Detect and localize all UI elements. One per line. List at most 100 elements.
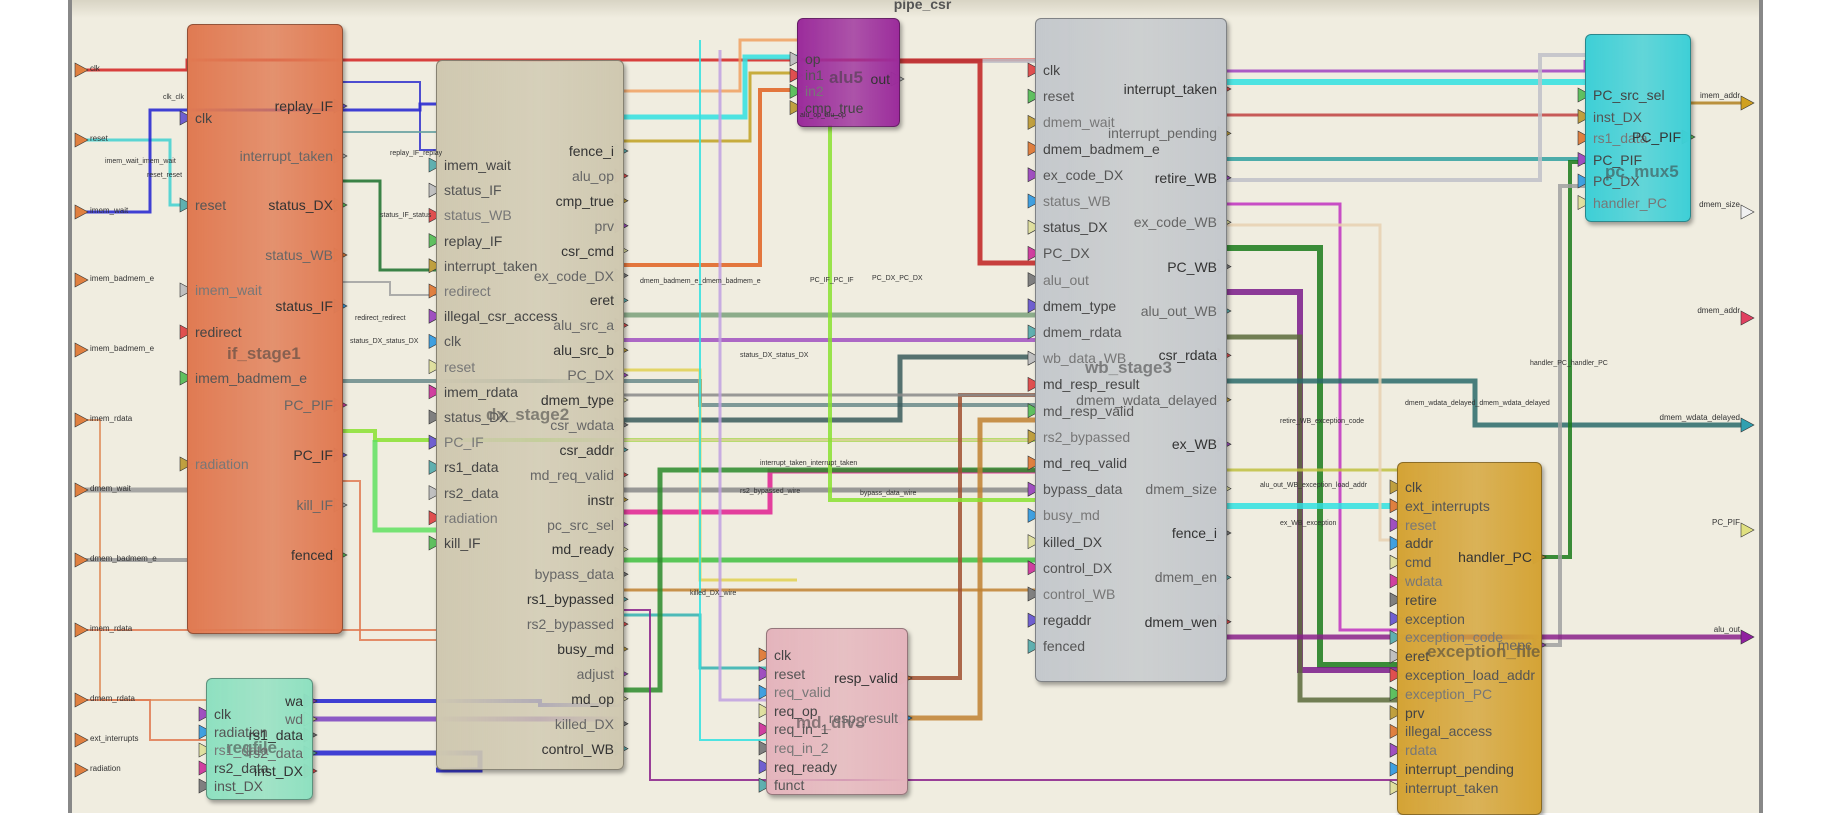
port-label-dx_stage2-PC_IF: PC_IF — [444, 434, 484, 451]
ext-input-ext_interrupts: ext_interrupts — [90, 734, 139, 743]
port-label-dx_stage2-interrupt_taken: interrupt_taken — [444, 257, 538, 274]
ext-out-alu_out[interactable] — [1740, 629, 1755, 645]
ext-in-imem_badmem_e-4[interactable] — [74, 342, 89, 358]
port-label-if_stage1-interrupt_taken: interrupt_taken — [239, 148, 333, 164]
ext-in-imem_badmem_e-3[interactable] — [74, 272, 89, 288]
port-label-exception_file-handler_PC: handler_PC — [1458, 549, 1532, 565]
port-label-pc_mux5-inst_DX: inst_DX — [1593, 108, 1643, 125]
port-label-exception_file-rdata: rdata — [1405, 742, 1437, 759]
port-label-dx_stage2-rs1_bypassed: rs1_bypassed — [526, 591, 614, 608]
wire-34 — [1225, 289, 1397, 673]
ext-out-dmem_wdata_delayed[interactable] — [1740, 417, 1755, 433]
ext-in-imem_rdata-8[interactable] — [74, 622, 89, 638]
port-label-md_div8-reset: reset — [774, 665, 806, 682]
ext-out-dmem_addr[interactable] — [1740, 310, 1755, 326]
port-label-dx_stage2-adjust: adjust — [576, 665, 614, 682]
port-label-if_stage1-status_IF: status_IF — [275, 298, 333, 314]
ext-output-dmem_addr: dmem_addr — [1697, 306, 1740, 315]
port-label-regfile-inst_DX: inst_DX — [253, 763, 303, 779]
wire-11 — [622, 54, 797, 120]
ext-in-ext_interrupts-10[interactable] — [74, 732, 89, 748]
wire-label: PC_IF_PC_IF — [810, 277, 854, 284]
port-label-if_stage1-fenced: fenced — [290, 547, 333, 563]
ext-in-clk-0[interactable] — [74, 62, 89, 78]
wire-label: retire_WB_exception_code — [1280, 418, 1365, 425]
port-label-dx_stage2-pc_src_sel: pc_src_sel — [547, 516, 614, 533]
ext-in-dmem_badmem_e-7[interactable] — [74, 552, 89, 568]
ext-output-PC_PIF: PC_PIF — [1711, 518, 1740, 527]
port-label-dx_stage2-csr_cmd: csr_cmd — [561, 242, 614, 259]
ext-input-imem_rdata: imem_rdata — [90, 624, 133, 633]
port-label-if_stage1-imem_wait: imem_wait — [195, 282, 262, 298]
port-label-dx_stage2-busy_md: busy_md — [557, 641, 614, 657]
port-label-dx_stage2-status_WB: status_WB — [444, 207, 512, 224]
ext-output-alu_out: alu_out — [1713, 625, 1740, 634]
ext-in-dmem_wait-6[interactable] — [74, 482, 89, 498]
wire-label: alu_out_WB_exception_load_addr — [1260, 482, 1368, 489]
wire-label: PC_DX_PC_DX — [872, 275, 923, 282]
port-label-pc_mux5-PC_DX: PC_DX — [1593, 173, 1640, 189]
port-label-regfile-rs2_data: rs2_data — [248, 745, 303, 761]
port-label-wb_stage3-fence_i: fence_i — [1171, 525, 1217, 541]
port-label-exception_file-exception_load_addr: exception_load_addr — [1405, 667, 1535, 683]
ext-in-reset-1[interactable] — [74, 132, 89, 148]
port-label-pc_mux5-PC_PIF: PC_PIF — [1631, 129, 1681, 145]
port-label-exception_file-retire: retire — [1405, 591, 1437, 608]
port-label-md_div8-req_in_1: req_in_1 — [774, 721, 829, 738]
ext-out-PC_PIF[interactable] — [1740, 522, 1755, 538]
port-label-if_stage1-PC_PIF: PC_PIF — [283, 397, 333, 413]
wire-5 — [341, 179, 436, 272]
ext-out-imem_addr[interactable] — [1740, 95, 1755, 111]
port-label-if_stage1-PC_IF: PC_IF — [293, 447, 333, 463]
wire-57 — [699, 40, 766, 741]
port-label-wb_stage3-control_WB: control_WB — [1043, 586, 1116, 602]
port-label-regfile-rs1_data: rs1_data — [248, 727, 303, 743]
port-label-wb_stage3-ex_code_WB: ex_code_WB — [1133, 214, 1217, 231]
port-label-dx_stage2-md_ready: md_ready — [551, 541, 614, 558]
wire-label: ex_WB_exception — [1280, 520, 1337, 527]
wire-label: handler_PC_handler_PC — [1530, 360, 1608, 367]
wire-label: redirect_redirect — [355, 315, 406, 322]
port-label-alu5-in1: in1 — [805, 67, 824, 84]
port-label-wb_stage3-PC_DX: PC_DX — [1043, 245, 1090, 262]
port-label-dx_stage2-alu_op: alu_op — [571, 167, 614, 184]
wire-27 — [906, 417, 1035, 721]
port-label-dx_stage2-alu_src_b: alu_src_b — [553, 342, 614, 359]
port-label-dx_stage2-md_req_valid: md_req_valid — [529, 466, 614, 483]
port-label-md_div8-req_ready: req_ready — [774, 758, 838, 775]
ext-in-imem_rdata-5[interactable] — [74, 412, 89, 428]
port-label-dx_stage2-rs2_bypassed: rs2_bypassed — [526, 616, 614, 633]
port-label-dx_stage2-status_DX: status_DX — [444, 409, 509, 425]
port-label-exception_file-illegal_access: illegal_access — [1405, 723, 1493, 740]
ext-output-imem_addr: imem_addr — [1699, 91, 1740, 100]
port-label-if_stage1-redirect: redirect — [195, 324, 242, 340]
port-label-alu5-in2: in2 — [805, 83, 824, 100]
ext-in-dmem_rdata-9[interactable] — [74, 692, 89, 708]
port-label-pc_mux5-PC_PIF: PC_PIF — [1593, 151, 1643, 168]
wire-9 — [372, 440, 436, 533]
port-label-md_div8-clk: clk — [774, 647, 792, 663]
port-label-wb_stage3-retire_WB: retire_WB — [1154, 169, 1217, 186]
port-label-if_stage1-clk: clk — [195, 110, 213, 126]
wire-33 — [1225, 245, 1397, 668]
port-label-md_div8-resp_valid: resp_valid — [834, 670, 898, 686]
ext-in-radiation-11[interactable] — [74, 762, 89, 778]
port-label-dx_stage2-replay_IF: replay_IF — [444, 232, 503, 249]
port-label-dx_stage2-reset: reset — [444, 358, 476, 375]
port-label-exception_file-ext_interrupts: ext_interrupts — [1405, 497, 1490, 514]
port-label-wb_stage3-bypass_data: bypass_data — [1043, 481, 1123, 498]
ext-input-dmem_badmem_e: dmem_badmem_e — [90, 554, 157, 563]
port-label-wb_stage3-dmem_type: dmem_type — [1043, 297, 1117, 314]
ext-out-dmem_size[interactable] — [1740, 204, 1755, 220]
port-label-if_stage1-kill_IF: kill_IF — [296, 497, 333, 513]
port-label-regfile-wd: wd — [285, 711, 303, 727]
port-label-md_div8-funct: funct — [774, 777, 805, 794]
port-label-alu5-out: out — [870, 71, 890, 87]
wire-10 — [622, 38, 797, 93]
wire-47 — [341, 480, 436, 641]
ext-in-imem_wait-2[interactable] — [74, 204, 89, 220]
port-label-wb_stage3-fenced: fenced — [1043, 638, 1086, 655]
port-label-dx_stage2-status_IF: status_IF — [444, 182, 502, 199]
port-label-wb_stage3-ex_code_DX: ex_code_DX — [1043, 166, 1124, 183]
port-label-dx_stage2-PC_DX: PC_DX — [567, 367, 614, 384]
